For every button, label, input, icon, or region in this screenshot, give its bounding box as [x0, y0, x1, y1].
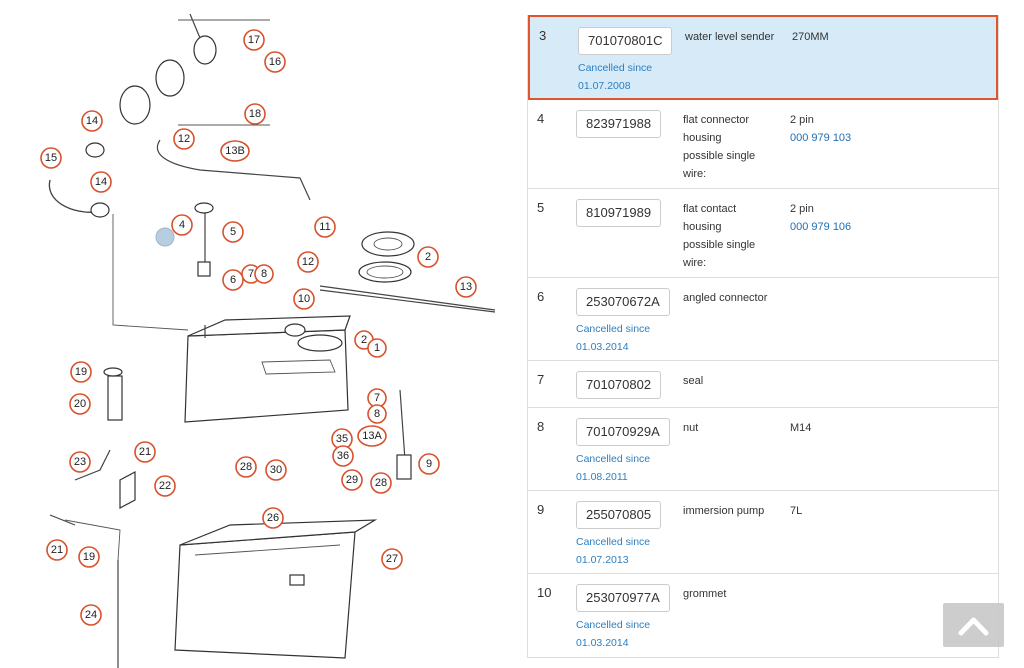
callout-label: 36 — [337, 450, 349, 462]
callout-label: 26 — [267, 512, 279, 524]
table-row[interactable]: 10 253070977A Cancelled since 01.03.2014 … — [528, 574, 998, 658]
callout-label: 13A — [362, 430, 382, 442]
callout-label: 19 — [75, 366, 87, 378]
table-row[interactable]: 5 810971989 flat contact housing possible … — [528, 189, 998, 278]
callout-label: 13B — [225, 145, 245, 157]
callout-label: 22 — [159, 480, 171, 492]
part-description: flat connector housing possible single wire… — [683, 114, 756, 180]
part-description: seal — [683, 375, 704, 387]
exploded-parts-diagram[interactable]: 17 16 18 14 12 15 13B 14 4 5 11 2 12 7 8… — [0, 0, 510, 668]
callout-label: 7 — [374, 392, 380, 404]
reference-link[interactable]: 000 979 103 — [790, 129, 990, 147]
position-number: 7 — [537, 372, 545, 387]
table-row[interactable]: 8 701070929A Cancelled since 01.08.2011 n… — [528, 408, 998, 491]
callout-label: 1 — [374, 342, 380, 354]
callout-label: 13 — [460, 281, 472, 293]
callout-label: 19 — [83, 551, 95, 563]
parts-table: 3 701070801C Cancelled since 01.07.2008 w… — [527, 15, 999, 658]
callout-label: 23 — [74, 456, 86, 468]
position-number: 8 — [537, 419, 545, 434]
callout-label: 2 — [361, 334, 367, 346]
lower-housing-drawing — [174, 519, 378, 659]
callout-label: 15 — [45, 152, 57, 164]
callout-label: 30 — [270, 464, 282, 476]
part-note: 270MM — [792, 31, 829, 43]
part-number-field[interactable]: 253070977A — [576, 584, 670, 612]
cancelled-notice: Cancelled since 01.03.2014 — [576, 323, 651, 353]
scroll-to-top-button[interactable] — [943, 603, 1004, 647]
callout-label: 20 — [74, 398, 86, 410]
callout-label: 8 — [374, 408, 380, 420]
callout-label: 9 — [426, 458, 432, 470]
table-row[interactable]: 9 255070805 Cancelled since 01.07.2013 im… — [528, 491, 998, 574]
motor-assembly-drawing — [85, 13, 270, 218]
table-row[interactable]: 6 253070672A Cancelled since 01.03.2014 a… — [528, 278, 998, 361]
callout-label: 10 — [298, 293, 310, 305]
callout-label: 12 — [178, 133, 190, 145]
water-tank-drawing — [184, 315, 351, 423]
callout-label: 21 — [51, 544, 63, 556]
chevron-up-icon — [958, 617, 989, 636]
position-number: 10 — [537, 585, 552, 600]
part-description: water level sender — [685, 31, 775, 43]
part-note: 7L — [790, 505, 803, 517]
callout-label: 21 — [139, 446, 151, 458]
position-number: 5 — [537, 200, 545, 215]
callout-label: 35 — [336, 433, 348, 445]
callout-label: 14 — [95, 176, 107, 188]
callout-label: 18 — [249, 108, 261, 120]
pump-parts-drawing — [49, 367, 136, 526]
part-number-field[interactable]: 701070929A — [576, 418, 670, 446]
callout-label: 4 — [179, 219, 185, 231]
callout-label: 7 — [248, 268, 254, 280]
callout-label: 24 — [85, 609, 97, 621]
part-note: 2 pin 000 979 106 — [790, 200, 990, 236]
callout-label: 5 — [230, 226, 236, 238]
part-number-field[interactable]: 823971988 — [576, 110, 662, 138]
callout-label: 8 — [261, 268, 267, 280]
part-number-field[interactable]: 701070801C — [578, 27, 673, 55]
table-row[interactable]: 4 823971988 flat connector housing possibl… — [528, 100, 998, 189]
part-description: angled connector — [683, 292, 768, 304]
callout-label: 28 — [240, 461, 252, 473]
table-row[interactable]: 3 701070801C Cancelled since 01.07.2008 w… — [528, 15, 998, 100]
position-number: 9 — [537, 502, 545, 517]
cancelled-notice: Cancelled since 01.03.2014 — [576, 619, 651, 649]
callout-label: 2 — [425, 251, 431, 263]
reference-link[interactable]: 000 979 106 — [790, 218, 990, 236]
position-number: 6 — [537, 289, 545, 304]
part-number-field[interactable]: 255070805 — [576, 501, 662, 529]
position-number: 3 — [539, 28, 547, 43]
position-number: 4 — [537, 111, 545, 126]
part-description: nut — [683, 422, 699, 434]
part-number-field[interactable]: 253070672A — [576, 288, 670, 316]
callout-label: 27 — [386, 553, 398, 565]
cancelled-notice: Cancelled since 01.07.2013 — [576, 536, 651, 566]
part-description: grommet — [683, 588, 727, 600]
part-number-field[interactable]: 810971989 — [576, 199, 662, 227]
cancelled-notice: Cancelled since 01.07.2008 — [578, 62, 653, 92]
part-number-field[interactable]: 701070802 — [576, 371, 662, 399]
callout-label: 29 — [346, 474, 358, 486]
part-note: 2 pin 000 979 103 — [790, 111, 990, 147]
part-description: flat contact housing possible single wire: — [683, 203, 756, 269]
callout-label: 11 — [319, 221, 330, 233]
callout-label: 12 — [302, 256, 314, 268]
callout-label: 17 — [248, 34, 260, 46]
table-row[interactable]: 7 701070802 seal — [528, 361, 998, 408]
cancelled-notice: Cancelled since 01.08.2011 — [576, 453, 651, 483]
part-description: immersion pump — [683, 505, 765, 517]
callout-label: 28 — [375, 477, 387, 489]
hotspot-marker[interactable] — [155, 227, 175, 247]
callout-label: 14 — [86, 115, 98, 127]
callout-label: 16 — [269, 56, 281, 68]
part-note: M14 — [790, 422, 812, 434]
callout-label: 6 — [230, 274, 236, 286]
